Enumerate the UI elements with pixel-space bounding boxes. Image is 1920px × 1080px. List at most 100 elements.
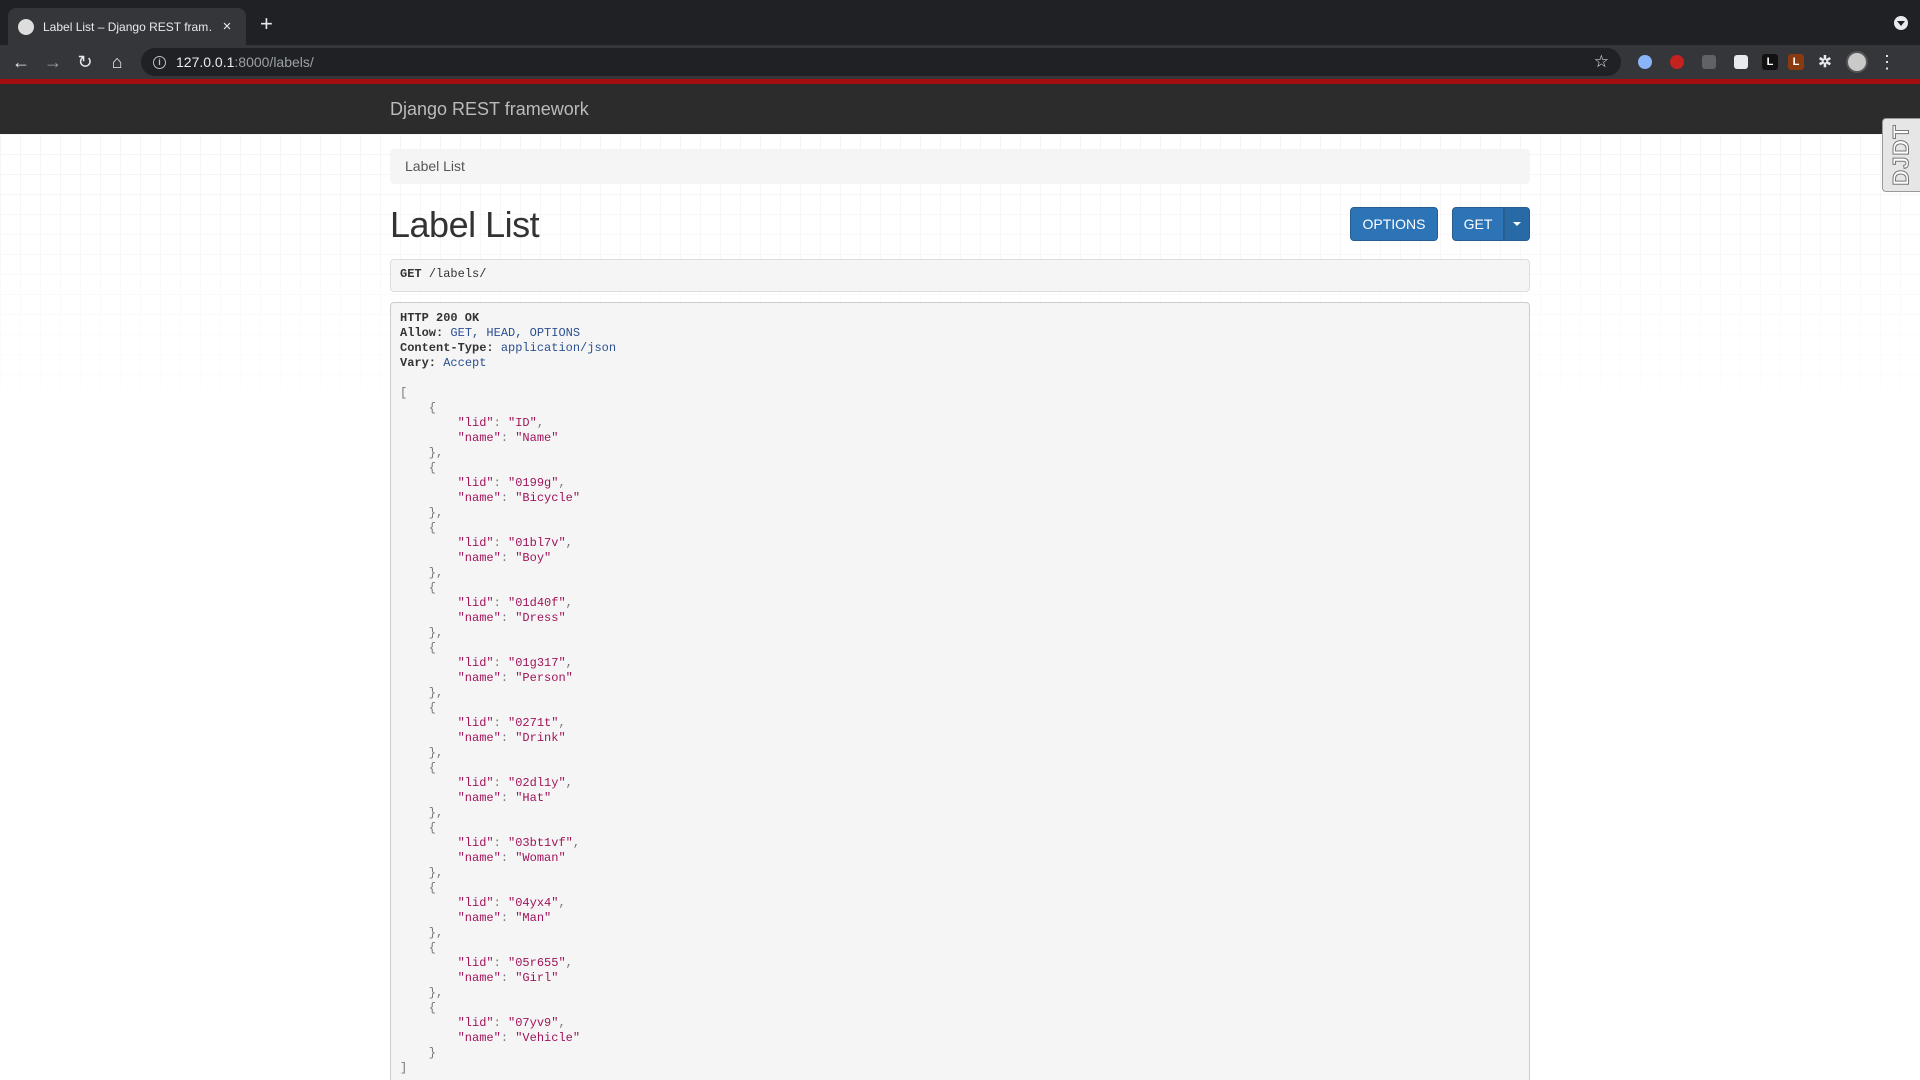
breadcrumb-item[interactable]: Label List bbox=[405, 158, 465, 174]
json-brace: { bbox=[400, 461, 437, 475]
address-bar[interactable]: i 127.0.0.1:8000/labels/ ☆ bbox=[141, 48, 1621, 76]
back-icon[interactable]: ← bbox=[10, 51, 32, 73]
site-info-icon[interactable]: i bbox=[153, 55, 166, 69]
json-key: "name" bbox=[457, 1031, 501, 1045]
json-key: "name" bbox=[457, 911, 501, 925]
home-icon[interactable]: ⌂ bbox=[106, 51, 128, 73]
json-lid-value: "07yv9" bbox=[508, 1016, 559, 1030]
request-info: GET /labels/ bbox=[390, 259, 1530, 292]
json-key: "lid" bbox=[457, 716, 494, 730]
json-key: "lid" bbox=[457, 596, 494, 610]
json-name-value: "Dress" bbox=[515, 611, 566, 625]
response-header-value: application/json bbox=[500, 341, 617, 355]
json-name-value: "Hat" bbox=[515, 791, 552, 805]
json-lid-value: "04yx4" bbox=[508, 896, 559, 910]
json-key: "lid" bbox=[457, 416, 494, 430]
extension-l2-icon[interactable]: L bbox=[1788, 54, 1804, 70]
extension-l-icon[interactable]: L bbox=[1762, 54, 1778, 70]
json-brace: { bbox=[400, 761, 437, 775]
response-status: HTTP 200 OK bbox=[400, 311, 480, 325]
response-info: HTTP 200 OK Allow: GET, HEAD, OPTIONS Co… bbox=[390, 302, 1530, 1080]
browser-menu-icon[interactable]: ⋮ bbox=[1878, 52, 1896, 73]
brand-link[interactable]: Django REST framework bbox=[390, 99, 589, 120]
page-title: Label List bbox=[390, 204, 540, 245]
json-name-value: "Man" bbox=[515, 911, 552, 925]
extensions-area: L L ✲ ⋮ bbox=[1634, 51, 1896, 73]
get-format-dropdown[interactable] bbox=[1504, 207, 1530, 241]
json-name-value: "Vehicle" bbox=[515, 1031, 581, 1045]
json-name-value: "Name" bbox=[515, 431, 559, 445]
json-brace: }, bbox=[400, 986, 444, 1000]
breadcrumb: Label List bbox=[390, 149, 1530, 184]
chevron-down-icon bbox=[1513, 222, 1521, 226]
json-name-value: "Girl" bbox=[515, 971, 559, 985]
json-lid-value: "01g317" bbox=[508, 656, 566, 670]
json-brace: { bbox=[400, 701, 437, 715]
json-key: "lid" bbox=[457, 956, 494, 970]
json-brace: { bbox=[400, 881, 437, 895]
json-key: "lid" bbox=[457, 536, 494, 550]
notion-icon[interactable] bbox=[1730, 51, 1752, 73]
json-key: "lid" bbox=[457, 776, 494, 790]
new-tab-button[interactable]: + bbox=[260, 13, 273, 35]
reload-icon[interactable]: ↻ bbox=[74, 51, 96, 73]
get-button[interactable]: GET bbox=[1452, 207, 1504, 241]
json-brace: { bbox=[400, 1001, 437, 1015]
json-brace: { bbox=[400, 941, 437, 955]
json-brace: }, bbox=[400, 866, 444, 880]
options-button[interactable]: OPTIONS bbox=[1350, 207, 1438, 241]
json-key: "name" bbox=[457, 491, 501, 505]
json-key: "lid" bbox=[457, 656, 494, 670]
debug-toolbar-handle[interactable]: DJDT bbox=[1882, 118, 1920, 192]
json-brace: } bbox=[400, 1046, 437, 1060]
favicon-icon bbox=[18, 18, 34, 35]
json-brace: { bbox=[400, 401, 437, 415]
json-key: "name" bbox=[457, 791, 501, 805]
request-path: /labels/ bbox=[428, 267, 487, 281]
json-brace: { bbox=[400, 641, 437, 655]
browser-tabbar: Label List – Django REST fram… × + bbox=[0, 0, 1920, 45]
json-key: "name" bbox=[457, 971, 501, 985]
json-lid-value: "02dl1y" bbox=[508, 776, 566, 790]
forward-icon[interactable]: → bbox=[42, 51, 64, 73]
json-brace: }, bbox=[400, 446, 444, 460]
bookmark-star-icon[interactable]: ☆ bbox=[1594, 52, 1609, 72]
url-text: 127.0.0.1:8000/labels/ bbox=[176, 54, 314, 70]
request-method: GET bbox=[400, 267, 422, 281]
extension-1-icon[interactable] bbox=[1634, 51, 1656, 73]
json-brace: }, bbox=[400, 686, 444, 700]
page-header: Label List OPTIONS GET bbox=[390, 184, 1530, 254]
json-key: "lid" bbox=[457, 1016, 494, 1030]
ublock-icon[interactable] bbox=[1666, 51, 1688, 73]
json-key: "name" bbox=[457, 731, 501, 745]
browser-tab[interactable]: Label List – Django REST fram… × bbox=[8, 8, 246, 45]
response-header-key: Allow: bbox=[400, 326, 444, 340]
json-name-value: "Person" bbox=[515, 671, 573, 685]
extensions-puzzle-icon[interactable]: ✲ bbox=[1814, 51, 1836, 73]
extension-3-icon[interactable] bbox=[1698, 51, 1720, 73]
response-header-value: Accept bbox=[443, 356, 487, 370]
json-key: "name" bbox=[457, 551, 501, 565]
json-name-value: "Drink" bbox=[515, 731, 566, 745]
json-brace: { bbox=[400, 581, 437, 595]
json-bracket: [ bbox=[400, 386, 408, 400]
json-name-value: "Boy" bbox=[515, 551, 552, 565]
tab-search-icon[interactable] bbox=[1894, 16, 1908, 30]
json-key: "name" bbox=[457, 431, 501, 445]
json-lid-value: "01bl7v" bbox=[508, 536, 566, 550]
json-lid-value: "ID" bbox=[508, 416, 537, 430]
debug-toolbar-label: DJDT bbox=[1888, 124, 1914, 186]
json-lid-value: "0271t" bbox=[508, 716, 559, 730]
json-brace: }, bbox=[400, 626, 444, 640]
response-header-key: Content-Type: bbox=[400, 341, 494, 355]
tab-title: Label List – Django REST fram… bbox=[43, 19, 212, 34]
response-header-value: GET, HEAD, OPTIONS bbox=[450, 326, 581, 340]
json-lid-value: "05r655" bbox=[508, 956, 566, 970]
close-tab-icon[interactable]: × bbox=[218, 18, 236, 35]
json-key: "name" bbox=[457, 851, 501, 865]
json-brace: }, bbox=[400, 506, 444, 520]
json-lid-value: "01d40f" bbox=[508, 596, 566, 610]
json-brace: { bbox=[400, 821, 437, 835]
json-key: "lid" bbox=[457, 896, 494, 910]
profile-avatar[interactable] bbox=[1846, 51, 1868, 73]
